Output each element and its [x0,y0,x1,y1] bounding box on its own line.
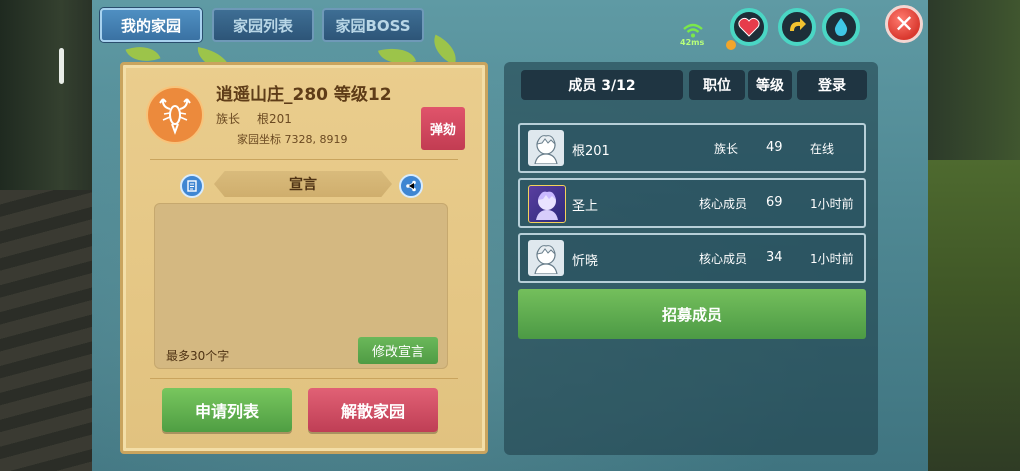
side-drawer-handle[interactable] [59,48,64,84]
declaration-hint: 最多30个字 [166,349,230,363]
world-ground-left [0,190,95,471]
member-name: 圣上 [572,199,599,214]
member-row[interactable]: 圣上 核心成员 69 1小时前 [518,178,866,228]
member-count-header: 成员 3/12 [521,70,683,100]
member-avatar [528,240,564,276]
shield-badge-icon [726,40,736,50]
home-coordinates: 家园坐标 7328, 8919 [237,133,348,146]
member-level: 49 [766,140,783,155]
login-column-header[interactable]: 登录 [797,70,867,100]
declaration-heading: 宣言 [214,171,392,197]
member-row[interactable]: 根201 族长 49 在线 [518,123,866,173]
health-gauge[interactable] [730,8,768,46]
energy-icon [790,18,806,31]
member-row[interactable]: 忻晓 核心成员 34 1小时前 [518,233,866,283]
member-role: 核心成员 [699,197,748,211]
member-name: 根201 [572,144,610,159]
notes-icon[interactable] [180,174,204,198]
member-login: 在线 [810,142,835,156]
close-icon: ✕ [893,10,915,38]
tab-home-boss[interactable]: 家园BOSS [322,8,424,42]
water-gauge[interactable] [822,8,860,46]
edit-declaration-button[interactable]: 修改宣言 [358,337,438,364]
recruit-members-button[interactable]: 招募成员 [518,289,866,339]
energy-gauge[interactable] [778,8,816,46]
member-avatar [528,130,564,166]
member-avatar [528,185,566,223]
lobster-icon [159,98,191,135]
heart-icon [738,17,760,37]
member-level: 34 [766,250,783,265]
divider [150,159,458,160]
member-role: 核心成员 [699,252,748,266]
divider [150,378,458,379]
home-emblem [146,86,204,144]
wifi-icon [683,23,703,38]
close-button[interactable]: ✕ [885,5,923,43]
tab-my-home[interactable]: 我的家园 [100,8,202,42]
leader-role-label: 族长 [216,112,241,126]
impeach-button[interactable]: 弹劾 [421,107,465,150]
member-level: 69 [766,195,783,210]
declaration-heading-label: 宣言 [289,177,317,193]
share-icon[interactable] [399,174,423,198]
role-column-header[interactable]: 职位 [689,70,745,100]
dissolve-home-button[interactable]: 解散家园 [308,388,438,432]
ping-readout: 42ms [680,38,705,47]
member-name: 忻晓 [572,254,599,269]
tab-home-list[interactable]: 家园列表 [212,8,314,42]
member-login: 1小时前 [810,252,854,266]
world-grass-right [928,160,1020,471]
member-login: 1小时前 [810,197,854,211]
apply-list-button[interactable]: 申请列表 [162,388,292,432]
member-role: 族长 [714,142,739,156]
leader-name: 根201 [257,112,292,126]
home-title: 逍遥山庄_280 等级12 [216,85,392,105]
level-column-header[interactable]: 等级 [748,70,792,100]
water-drop-icon [834,18,848,36]
